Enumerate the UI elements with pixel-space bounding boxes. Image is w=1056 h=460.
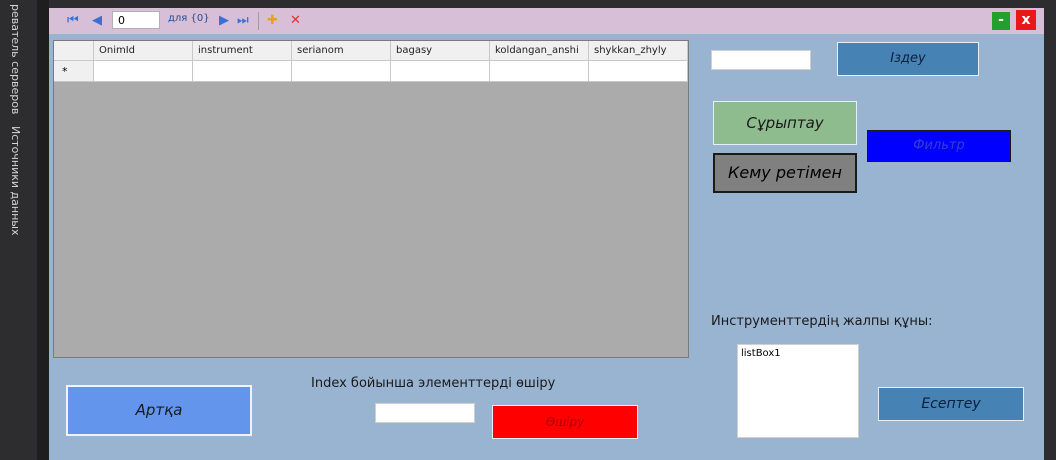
move-next-icon[interactable]: ▶ xyxy=(219,12,229,30)
column-header[interactable]: shykkan_zhyly xyxy=(589,41,688,61)
ide-gutter xyxy=(37,0,49,460)
close-button[interactable]: x xyxy=(1016,10,1036,30)
grid-cell[interactable] xyxy=(193,61,292,82)
calculate-button[interactable]: Есептеу xyxy=(878,387,1024,421)
delete-icon[interactable]: ✕ xyxy=(290,12,301,30)
add-new-icon[interactable]: ✚ xyxy=(267,12,278,30)
search-input[interactable] xyxy=(711,50,811,70)
main-form: ⏮ ◀ 0 для {0} ▶ ⏭ ✚ ✕ - x OnimId instrum… xyxy=(49,8,1044,460)
delete-button[interactable]: Өшіру xyxy=(492,405,638,439)
sort-descending-button[interactable]: Кему ретімен xyxy=(713,153,857,193)
position-field[interactable]: 0 xyxy=(112,11,160,29)
grid-cell[interactable] xyxy=(292,61,391,82)
grid-cell[interactable] xyxy=(391,61,490,82)
move-previous-icon[interactable]: ◀ xyxy=(92,12,102,30)
server-explorer-tab[interactable]: реватель серверов xyxy=(9,4,22,114)
column-header[interactable]: instrument xyxy=(193,41,292,61)
binding-navigator: ⏮ ◀ 0 для {0} ▶ ⏭ ✚ ✕ - x xyxy=(49,8,1044,34)
new-row-header[interactable]: * xyxy=(54,61,94,82)
data-sources-tab[interactable]: Источники данных xyxy=(9,126,22,235)
column-header[interactable]: bagasy xyxy=(391,41,490,61)
filter-button[interactable]: Фильтр xyxy=(867,130,1011,162)
sort-button[interactable]: Сұрыптау xyxy=(713,101,857,145)
count-label: для {0} xyxy=(168,13,210,24)
ide-right-edge xyxy=(1044,0,1056,460)
grid-cell[interactable] xyxy=(94,61,193,82)
grid-corner-header xyxy=(54,41,94,61)
grid-cell[interactable] xyxy=(490,61,589,82)
ide-side-panel: реватель серверов Источники данных xyxy=(0,0,37,460)
delete-index-input[interactable] xyxy=(375,403,475,423)
minimize-button[interactable]: - xyxy=(992,12,1010,30)
move-last-icon[interactable]: ⏭ xyxy=(237,12,249,30)
column-header[interactable]: OnimId xyxy=(94,41,193,61)
column-header[interactable]: serianom xyxy=(292,41,391,61)
delete-by-index-label: Index бойынша элементтерді өшіру xyxy=(311,376,556,391)
total-cost-label: Инструменттердің жалпы құны: xyxy=(711,314,933,329)
toolbar-separator xyxy=(258,12,259,30)
total-listbox[interactable]: listBox1 xyxy=(737,344,859,438)
search-button[interactable]: Іздеу xyxy=(837,42,979,76)
grid-cell[interactable] xyxy=(589,61,688,82)
column-header[interactable]: koldangan_anshi xyxy=(490,41,589,61)
move-first-icon[interactable]: ⏮ xyxy=(67,12,79,30)
back-button[interactable]: Артқа xyxy=(66,385,252,436)
data-grid[interactable]: OnimId instrument serianom bagasy koldan… xyxy=(53,40,689,358)
